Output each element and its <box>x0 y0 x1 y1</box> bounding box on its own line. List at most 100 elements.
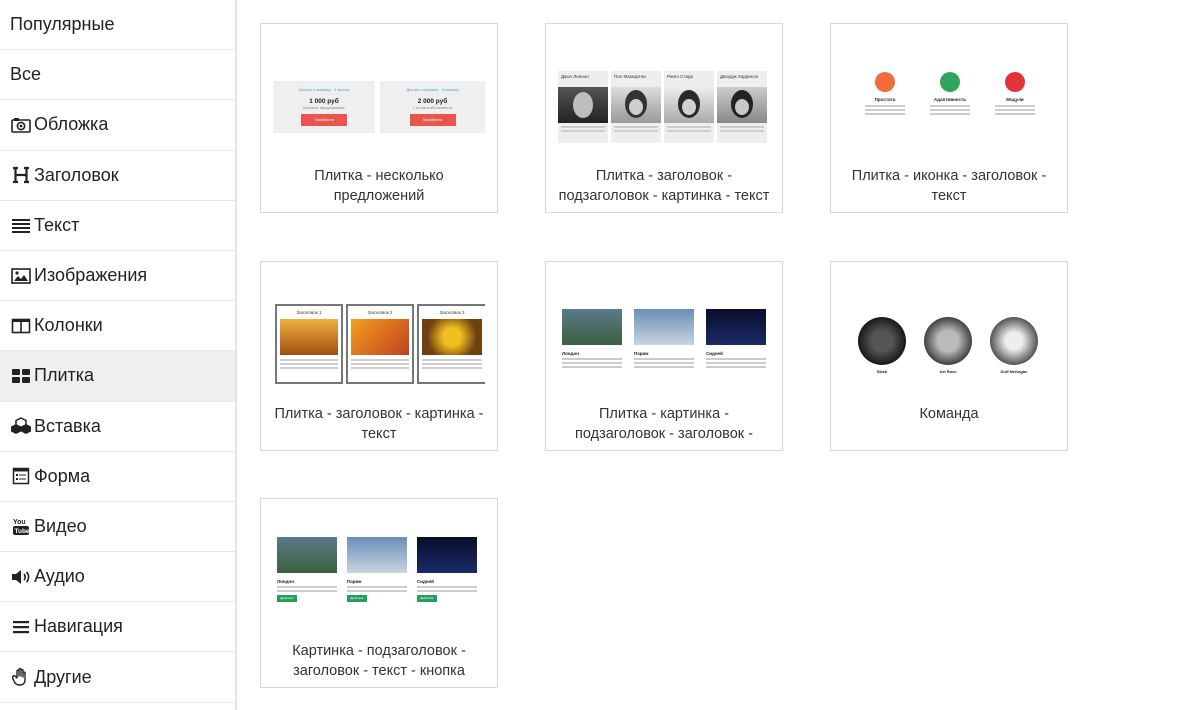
city-photo <box>277 537 337 573</box>
member-name: Duff McKagan <box>1000 369 1028 374</box>
card-caption: Плитка - иконка - заголовок - текст <box>851 168 1047 204</box>
sidebar-item-label: Обложка <box>34 114 109 135</box>
sidebar-item-label: Текст <box>34 214 80 235</box>
city-name: Сидней <box>417 579 434 584</box>
sidebar-item-label: Заголовок <box>34 164 119 185</box>
sidebar-item-embed[interactable]: Вставка <box>0 402 235 452</box>
text-lines-icon <box>10 215 32 235</box>
offer-subtitle: Базовое предложение <box>303 105 345 110</box>
block-card-cities-button[interactable]: Лондон Действие Париж Действие Сидней Де… <box>260 498 498 688</box>
sidebar-item-label: Вставка <box>34 415 101 436</box>
hand-icon <box>10 667 32 687</box>
member-name: Axl Rose <box>939 369 957 374</box>
card-thumbnail: Лондон Действие Париж Действие Сидней Де… <box>273 511 485 623</box>
city-name: Париж <box>347 579 362 584</box>
card-thumbnail: Простота Адаптивность Модули <box>843 36 1055 148</box>
sidebar-item-label: Изображения <box>34 265 148 286</box>
person-name: Джон Леннон <box>561 74 589 79</box>
action-button: Действие <box>417 595 437 602</box>
sidebar-item-other[interactable]: Другие <box>0 652 235 703</box>
card-caption: Плитка - картинка - подзаголовок - загол… <box>575 406 753 442</box>
member-avatar <box>858 317 906 365</box>
tile-photo <box>422 319 482 355</box>
youtube-icon: You Tube <box>10 516 32 536</box>
sidebar-item-label: Плитка <box>34 365 95 386</box>
person-photo <box>717 87 767 123</box>
city-photo <box>417 537 477 573</box>
member-name: Slash <box>876 369 888 374</box>
member-avatar <box>924 317 972 365</box>
offer-subtitle: + оплата абонемента <box>412 105 453 110</box>
card-caption: Команда <box>919 406 979 422</box>
card-caption: Плитка - заголовок - картинка - текст <box>274 406 484 442</box>
sidebar-item-video[interactable]: You Tube Видео <box>0 502 235 553</box>
sidebar-item-label: Другие <box>34 666 92 687</box>
sidebar-item-tiles[interactable]: Плитка <box>0 351 235 402</box>
cubes-icon <box>10 416 32 436</box>
action-button: Действие <box>347 595 367 602</box>
city-name: Сидней <box>706 351 723 356</box>
sidebar-item-cover[interactable]: Обложка <box>0 100 235 151</box>
sidebar: Популярные Все Обложка Заголовок Текст И… <box>0 0 237 710</box>
sidebar-item-form[interactable]: Форма <box>0 452 235 502</box>
sidebar-item-text[interactable]: Текст <box>0 201 235 251</box>
sidebar-item-popular[interactable]: Популярные <box>0 0 235 51</box>
card-thumbnail: Лондон Париж Сидней <box>558 274 770 386</box>
sidebar-item-all[interactable]: Все <box>0 50 235 101</box>
tile-heading: Заголовок 2 <box>367 310 393 315</box>
card-thumbnail: Джон Леннон Пол Маккартни Ринго Старр Дж… <box>558 36 770 148</box>
tile-photo <box>280 319 338 355</box>
block-card-icons[interactable]: Простота Адаптивность Модули Плитка - ик… <box>830 23 1068 213</box>
sidebar-item-navigation[interactable]: Навигация <box>0 602 235 653</box>
feature-title: Адаптивность <box>934 97 966 102</box>
card-thumbnail: Доступ к сервису - 1 месяц 1 000 руб Баз… <box>273 36 485 148</box>
member-avatar <box>990 317 1038 365</box>
card-caption: Картинка - подзаголовок - заголовок - те… <box>292 643 466 679</box>
sidebar-item-label: Колонки <box>34 315 103 336</box>
tile-heading: Заголовок 1 <box>296 310 322 315</box>
city-name: Лондон <box>277 579 294 584</box>
offer-price: 2 000 руб <box>417 98 448 105</box>
tile-heading: Заголовок 3 <box>439 310 465 315</box>
block-card-people[interactable]: Джон Леннон Пол Маккартни Ринго Старр Дж… <box>545 23 783 213</box>
sidebar-item-images[interactable]: Изображения <box>0 251 235 302</box>
city-photo <box>706 309 766 345</box>
block-card-team[interactable]: Slash Axl Rose Duff McKagan Команда <box>830 261 1068 451</box>
city-photo <box>347 537 407 573</box>
smile-icon <box>875 72 895 92</box>
speaker-icon <box>10 567 32 587</box>
feature-title: Простота <box>874 97 896 102</box>
city-name: Париж <box>634 351 649 356</box>
sidebar-item-label: Популярные <box>10 14 115 35</box>
tile-photo <box>351 319 409 355</box>
block-card-titled-tiles[interactable]: Заголовок 1 Заголовок 2 Заголовок 3 Плит… <box>260 261 498 451</box>
form-icon <box>10 466 32 486</box>
person-name: Ринго Старр <box>667 74 694 79</box>
image-icon <box>10 266 32 286</box>
sidebar-item-audio[interactable]: Аудио <box>0 552 235 603</box>
block-card-offers[interactable]: Доступ к сервису - 1 месяц 1 000 руб Баз… <box>260 23 498 213</box>
person-photo <box>664 87 714 123</box>
offer-button: Приобрести <box>301 114 347 126</box>
offer-title: Доступ к сервису - 3 месяца <box>406 87 459 92</box>
sidebar-item-columns[interactable]: Колонки <box>0 301 235 352</box>
person-photo <box>611 87 661 123</box>
action-button: Действие <box>277 595 297 602</box>
sidebar-item-heading[interactable]: Заголовок <box>0 151 235 201</box>
person-name: Пол Маккартни <box>614 74 646 79</box>
card-thumbnail: Заголовок 1 Заголовок 2 Заголовок 3 <box>273 274 485 386</box>
sidebar-item-label: Все <box>10 64 42 85</box>
offer-button: Приобрести <box>409 114 456 126</box>
person-photo <box>558 87 608 123</box>
sidebar-item-label: Аудио <box>34 566 85 587</box>
grid-icon <box>10 366 32 386</box>
block-card-cities[interactable]: Лондон Париж Сидней Плитка - картинка - … <box>545 261 783 451</box>
card-caption: Плитка - несколько предложений <box>314 168 444 204</box>
check-icon <box>1005 72 1025 92</box>
camera-icon <box>10 115 32 135</box>
city-photo <box>634 309 694 345</box>
svg-text:You: You <box>13 519 26 526</box>
card-thumbnail: Slash Axl Rose Duff McKagan <box>843 274 1055 386</box>
block-gallery: Доступ к сервису - 1 месяц 1 000 руб Баз… <box>237 0 1200 710</box>
sidebar-item-label: Навигация <box>34 616 123 637</box>
